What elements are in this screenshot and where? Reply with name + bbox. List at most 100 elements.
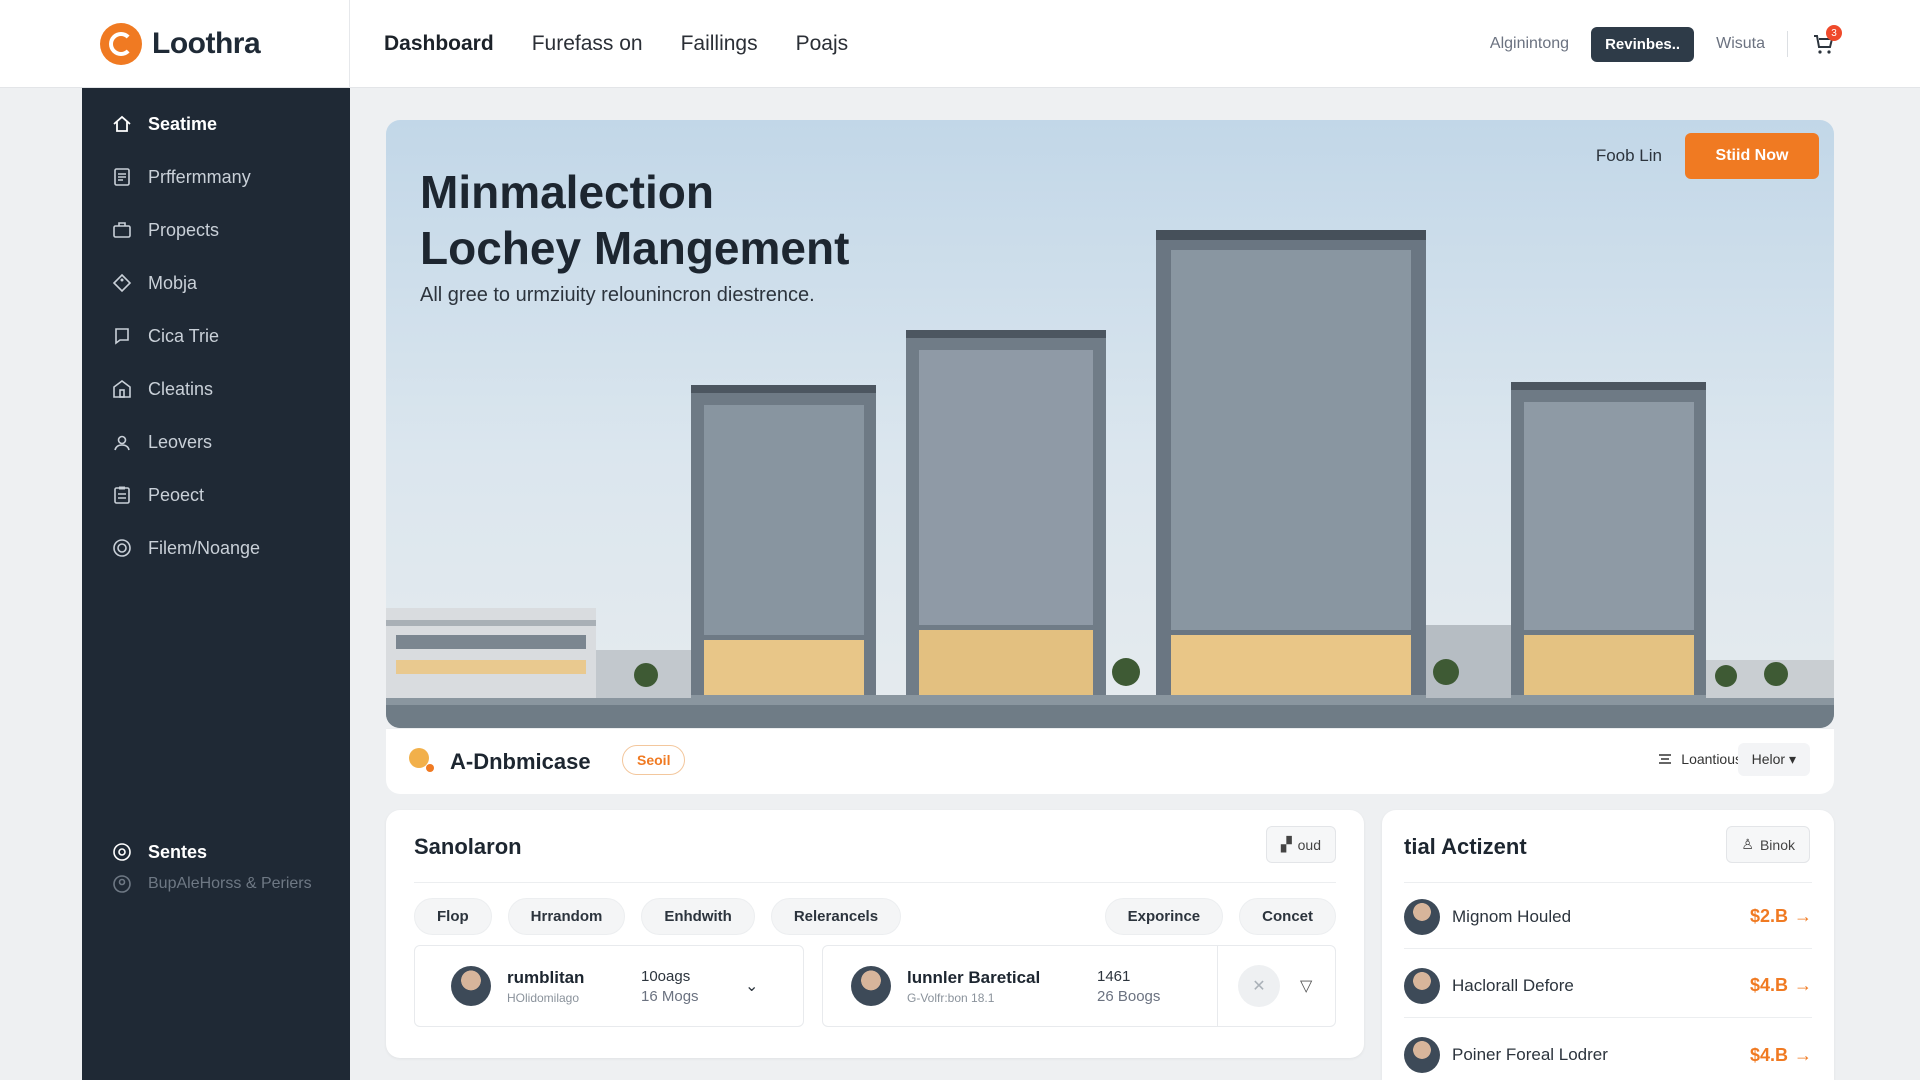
hero-footer-dropdown-label: Helor: [1751, 751, 1786, 767]
activity-row[interactable]: Mignom Houled $2.B →: [1404, 885, 1812, 949]
sidebar-item-3[interactable]: Propects: [110, 214, 219, 246]
activity-value-text: $4.B: [1749, 1044, 1788, 1065]
person-stat-2: 16 Mogs: [641, 987, 699, 1005]
top-right-actions: Alginintong Revinbes.. Wisuta 3: [1490, 0, 1842, 88]
target-icon: [110, 536, 134, 560]
hero-subtitle: All gree to urmziuity relounincron diest…: [420, 284, 815, 306]
activity-row[interactable]: Haclorall Defore $4.B →: [1404, 954, 1812, 1018]
hero-cta-button[interactable]: Stiid Now: [1685, 133, 1819, 179]
card-title: Sanolaron: [414, 834, 522, 859]
card-action-button[interactable]: ♙ Binok: [1726, 826, 1810, 863]
sidebar-item-2[interactable]: Prffermmany: [110, 161, 251, 193]
user-icon: ♙: [1741, 836, 1754, 852]
building-icon: [110, 377, 134, 401]
list-item[interactable]: lunnler Baretical G-Volfr:bon 18.1 1461 …: [822, 945, 1336, 1027]
card-action-label: Binok: [1759, 836, 1795, 853]
sidebar-item-4[interactable]: Mobja: [110, 267, 197, 299]
divider: [1787, 31, 1788, 57]
sidebar-item-label: Filem/Noange: [148, 537, 261, 558]
activity-name: Haclorall Defore: [1452, 975, 1574, 995]
chevron-down-icon: ▾: [1788, 751, 1796, 767]
sidebar-item-6[interactable]: Cleatins: [110, 373, 213, 405]
hero-title-line1: Minmalection: [420, 166, 714, 218]
nav-dashboard[interactable]: Dashboard: [384, 32, 494, 56]
top-primary-button[interactable]: Revinbes..: [1591, 26, 1695, 62]
chevron-down-icon[interactable]: ▽: [1300, 976, 1312, 996]
hero-footer-dropdown[interactable]: Helor ▾: [1737, 743, 1810, 776]
arrow-right-icon: →: [1794, 975, 1812, 995]
sidebar-item-label: Seatime: [148, 113, 218, 134]
activity-card: tial Actizent ♙ Binok Mignom Houled $2.B…: [1382, 810, 1834, 1080]
hero-footer: A-Dnbmicase Seoil Loantious Helor ▾: [386, 728, 1834, 794]
card-action-label: oud: [1297, 836, 1321, 853]
chip-6[interactable]: Concet: [1239, 898, 1336, 935]
person-name: lunnler Baretical: [907, 967, 1041, 987]
sidebar-item-label: Cleatins: [148, 378, 214, 399]
divider: [414, 882, 1336, 883]
person-stat-1: 10oags: [641, 967, 691, 985]
list-icon: [1659, 754, 1672, 764]
home-icon: [110, 112, 134, 136]
top-bar: Loothra Dashboard Furefass on Faillings …: [0, 0, 1920, 88]
nav-item-4[interactable]: Poajs: [796, 32, 849, 56]
cart-icon[interactable]: 3: [1810, 25, 1842, 57]
activity-name: Mignom Houled: [1452, 906, 1572, 926]
person-stat-2: 26 Boogs: [1097, 987, 1161, 1005]
chip-2[interactable]: Hrrandom: [507, 898, 626, 935]
chip-5[interactable]: Exporince: [1104, 898, 1224, 935]
chip-3[interactable]: Enhdwith: [641, 898, 755, 935]
activity-value: $4.B →: [1750, 975, 1812, 996]
cart-badge: 3: [1826, 25, 1842, 41]
person-stats: 10oags 16 Mogs: [641, 968, 745, 1005]
user-name[interactable]: Wisuta: [1716, 35, 1765, 53]
avatar: [1404, 898, 1440, 935]
solution-card: Sanolaron ▞ oud Flop Hrrandom Enhdwith R…: [386, 810, 1364, 1058]
avatar: [1404, 967, 1440, 1004]
sidebar-item-label: Cica Trie: [148, 325, 220, 346]
filter-chips-right: Exporince Concet: [1104, 898, 1336, 935]
list-item[interactable]: rumblitan HOlidomilago 10oags 16 Mogs ⌄: [414, 945, 804, 1027]
sidebar-item-5[interactable]: Cica Trie: [110, 320, 219, 352]
tag-icon: [110, 271, 134, 295]
chip-1[interactable]: Flop: [414, 898, 492, 935]
chevron-down-icon[interactable]: ⌄: [745, 976, 758, 996]
sidebar-item-settings[interactable]: Sentes: [110, 836, 207, 868]
card-action-button[interactable]: ▞ oud: [1265, 826, 1336, 863]
sidebar-item-seatime[interactable]: Seatime: [110, 108, 217, 140]
chip-4[interactable]: Relerancels: [770, 898, 902, 935]
help-icon: [110, 872, 134, 896]
person-sub: G-Volfr:bon 18.1: [907, 990, 995, 1005]
sidebar-item-label: Propects: [148, 219, 220, 240]
brand[interactable]: Loothra: [82, 0, 350, 88]
person-info: rumblitan HOlidomilago: [507, 968, 641, 1005]
sidebar-item-help[interactable]: BupAleHorss & Periers: [110, 868, 312, 900]
hero-title: Minmalection Lochey Mangement: [420, 164, 849, 276]
avatar: [851, 966, 891, 1006]
clipboard-icon: [110, 483, 134, 507]
avatar: [451, 966, 491, 1006]
chat-icon: [110, 324, 134, 348]
hero-link[interactable]: Foob Lin: [1596, 146, 1662, 166]
divider: [1217, 946, 1218, 1026]
sidebar-item-8[interactable]: Peoect: [110, 479, 204, 511]
top-link[interactable]: Alginintong: [1490, 35, 1569, 53]
sidebar-item-7[interactable]: Leovers: [110, 426, 212, 458]
hero-footer-filter-label: Loantious: [1681, 751, 1742, 767]
nav-item-2[interactable]: Furefass on: [532, 32, 643, 56]
activity-row[interactable]: Poiner Foreal Lodrer $4.B →: [1404, 1023, 1812, 1080]
sidebar-item-label: BupAleHorss & Periers: [148, 875, 312, 892]
activity-name: Poiner Foreal Lodrer: [1452, 1045, 1608, 1064]
activity-value-text: $2.B: [1749, 906, 1788, 926]
sidebar-item-9[interactable]: Filem/Noange: [110, 532, 260, 564]
document-icon: [110, 165, 134, 189]
sidebar-item-label: Peoect: [148, 484, 205, 505]
tools-icon[interactable]: ✕: [1238, 965, 1280, 1007]
status-badge[interactable]: Seoil: [622, 745, 686, 775]
divider: [1404, 882, 1812, 883]
hero-footer-filter[interactable]: Loantious: [1657, 751, 1742, 767]
trophy-icon: [406, 745, 436, 775]
settings-icon: [110, 840, 134, 864]
hero-footer-title: A-Dnbmicase: [450, 749, 591, 774]
nav-item-3[interactable]: Faillings: [681, 32, 758, 56]
sidebar: Seatime Prffermmany Propects Mobja Cica …: [82, 88, 350, 1080]
